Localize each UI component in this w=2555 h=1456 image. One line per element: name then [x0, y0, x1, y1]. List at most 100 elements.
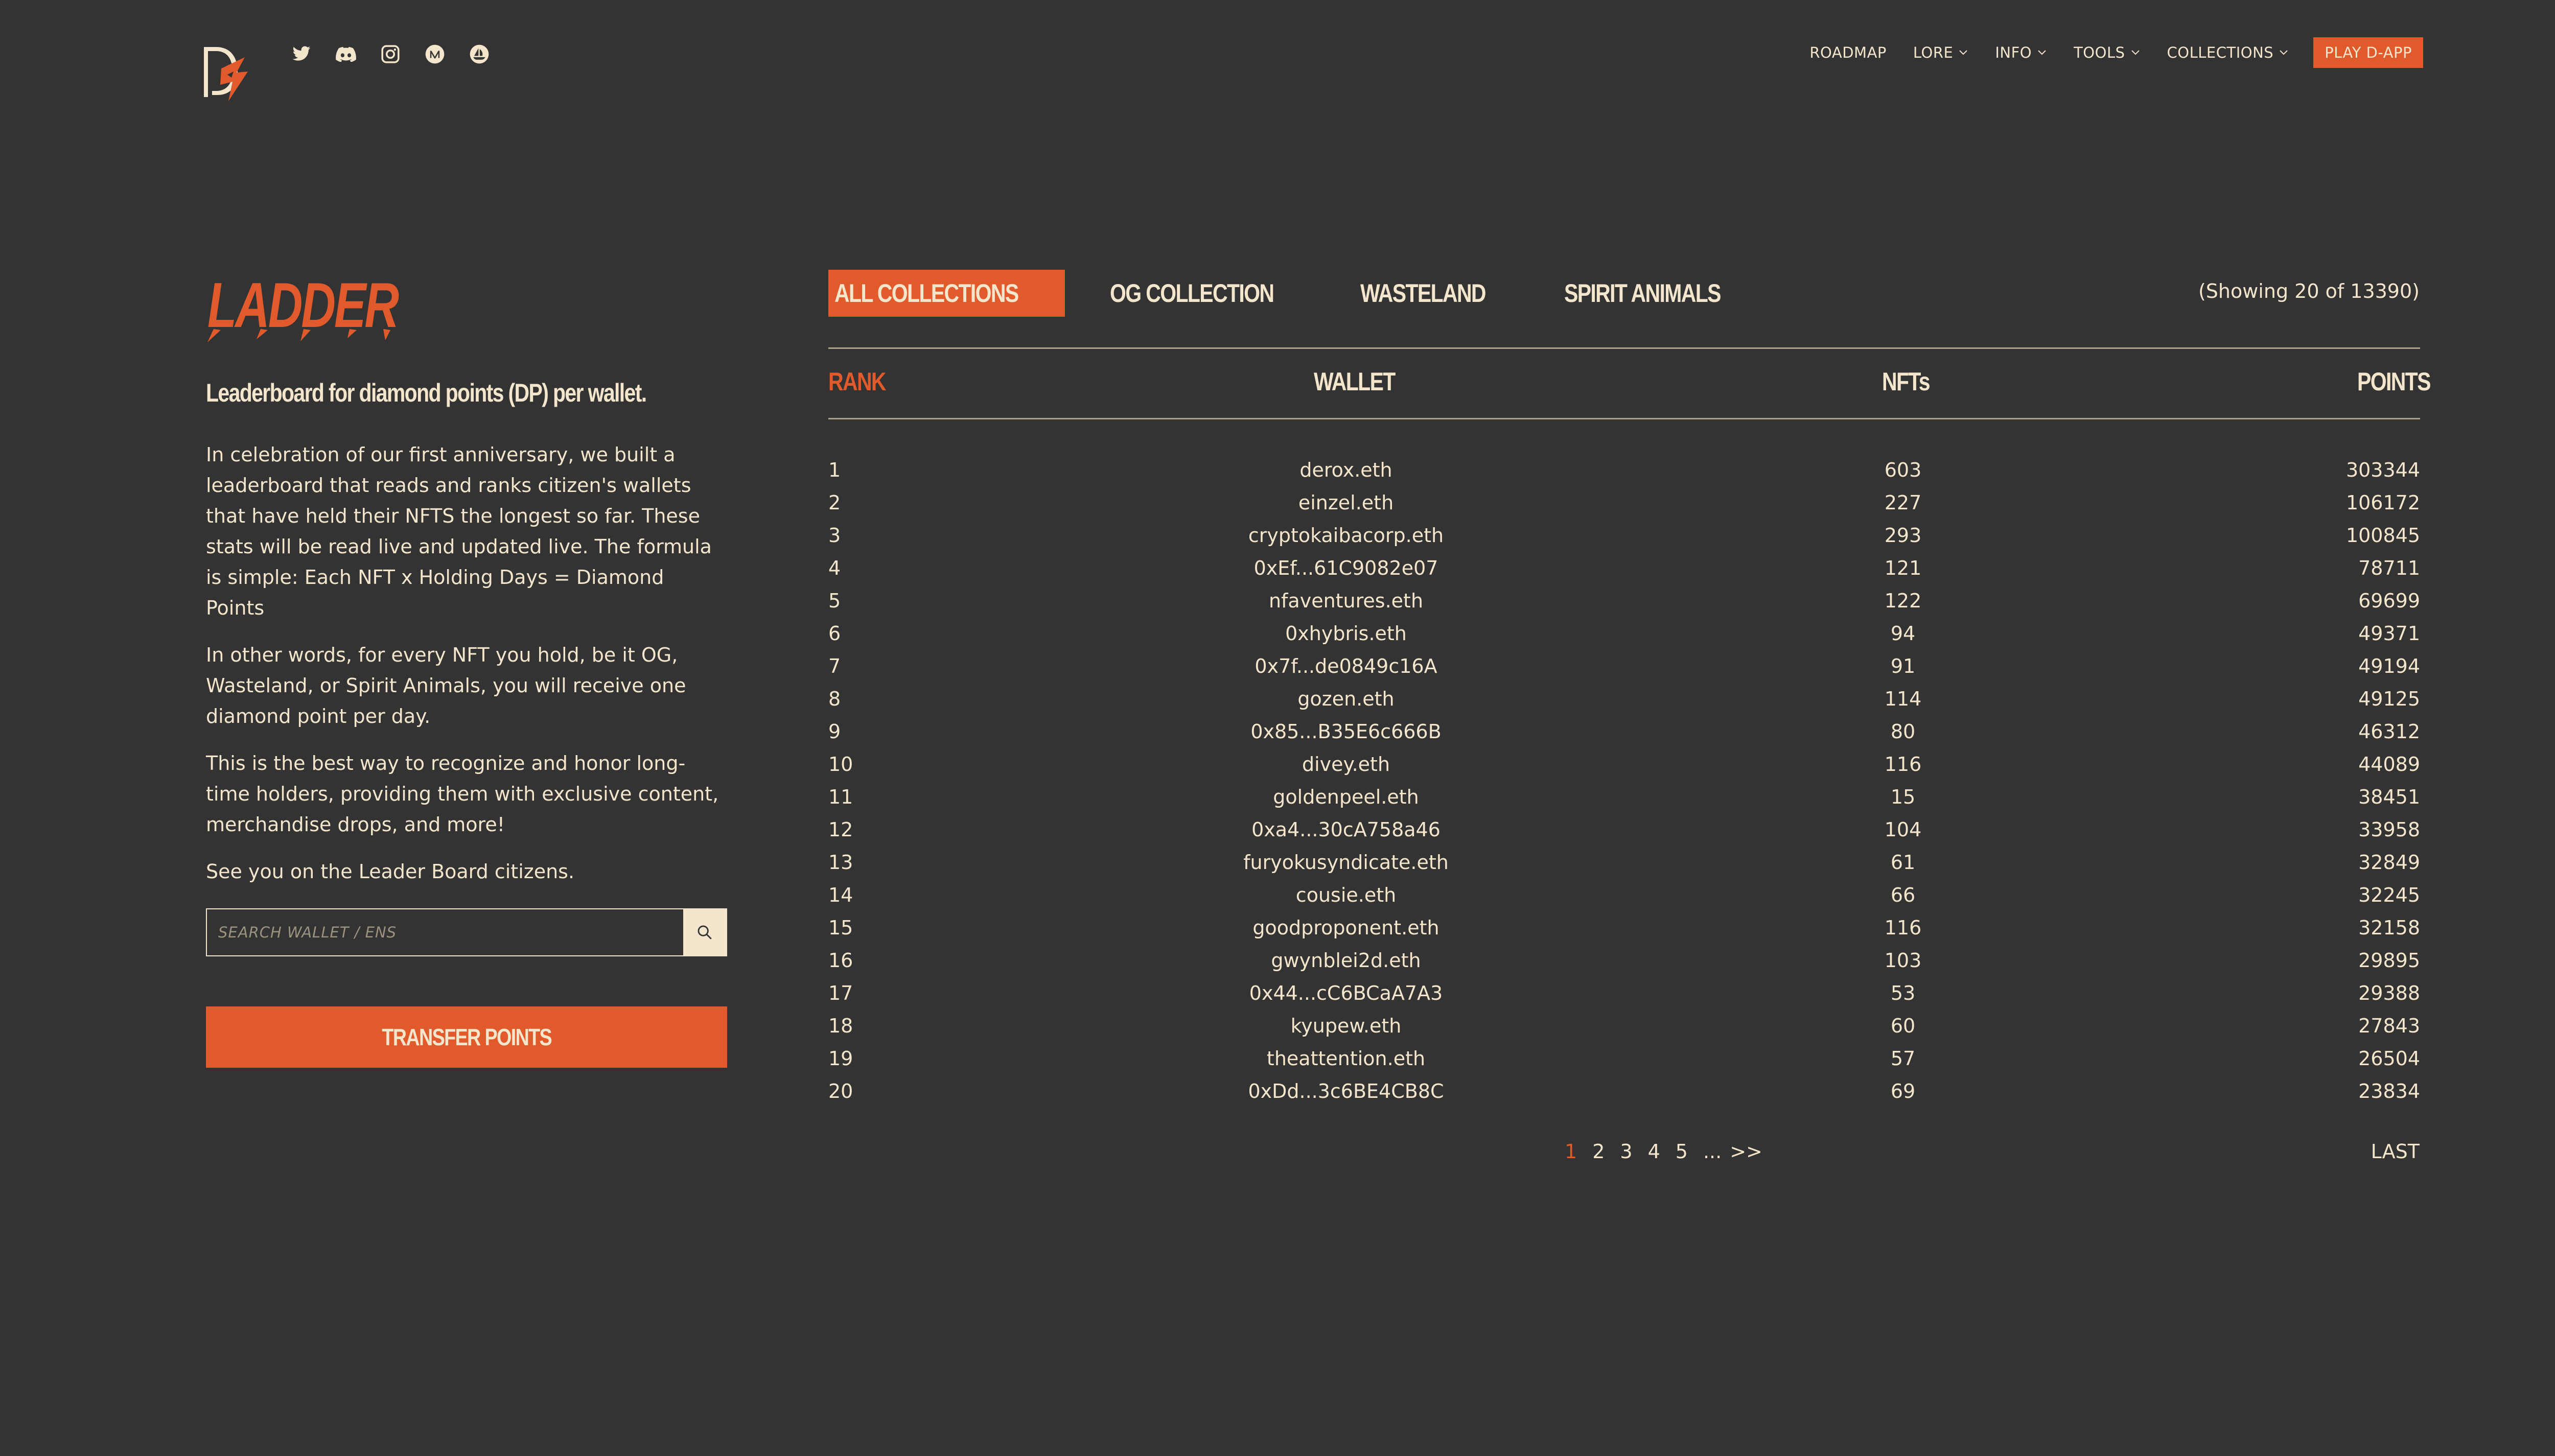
tab-label: SPIRIT ANIMALS	[1564, 279, 1721, 308]
tab-og-collection[interactable]: OG COLLECTION	[1104, 270, 1316, 317]
wallet-cell[interactable]: nfaventures.eth	[1269, 590, 1423, 612]
table-row[interactable]: 8 gozen.eth 114 49125	[828, 685, 2420, 717]
page-title: LADDER	[203, 270, 403, 346]
points-cell: 78711	[2358, 557, 2420, 579]
medium-icon[interactable]	[424, 43, 446, 65]
nav-collections[interactable]: COLLECTIONS	[2167, 44, 2289, 61]
tab-spirit-animals[interactable]: SPIRIT ANIMALS	[1558, 270, 1761, 317]
points-cell: 33958	[2358, 818, 2420, 841]
rank-cell: 9	[828, 720, 841, 743]
nav-tools[interactable]: TOOLS	[2074, 44, 2140, 61]
table-row[interactable]: 3 cryptokaibacorp.eth 293 100845	[828, 521, 2420, 554]
wallet-cell[interactable]: derox.eth	[1299, 459, 1392, 481]
nfts-cell: 61	[1890, 851, 1916, 874]
transfer-points-button[interactable]: TRANSFER POINTS	[206, 1006, 727, 1068]
nav-info[interactable]: INFO	[1995, 44, 2047, 61]
header-nfts[interactable]: NFTs	[1882, 367, 1931, 396]
page-link[interactable]: 5	[1676, 1140, 1688, 1163]
wallet-cell[interactable]: 0xEf...61C9082e07	[1254, 557, 1438, 579]
header-wallet[interactable]: WALLET	[1314, 367, 1396, 396]
nav-collections-label: COLLECTIONS	[2167, 44, 2274, 61]
table-row[interactable]: 16 gwynblei2d.eth 103 29895	[828, 946, 2420, 979]
rank-cell: 12	[828, 818, 853, 841]
wallet-cell[interactable]: gwynblei2d.eth	[1271, 949, 1421, 972]
table-row[interactable]: 4 0xEf...61C9082e07 121 78711	[828, 554, 2420, 586]
header-points[interactable]: POINTS	[2357, 367, 2431, 396]
next-page-link[interactable]: >>	[1730, 1140, 1762, 1163]
nfts-cell: 114	[1884, 688, 1922, 710]
wallet-cell[interactable]: cryptokaibacorp.eth	[1248, 524, 1444, 547]
table-row[interactable]: 19 theattention.eth 57 26504	[828, 1044, 2420, 1077]
wallet-cell[interactable]: cousie.eth	[1296, 884, 1396, 906]
nfts-cell: 116	[1884, 753, 1922, 776]
wallet-cell[interactable]: goldenpeel.eth	[1273, 786, 1419, 808]
wallet-cell[interactable]: goodproponent.eth	[1252, 917, 1439, 939]
page-link[interactable]: 3	[1620, 1140, 1632, 1163]
table-row[interactable]: 20 0xDd...3c6BE4CB8C 69 23834	[828, 1077, 2420, 1110]
points-cell: 49371	[2358, 622, 2420, 645]
instagram-icon[interactable]	[379, 43, 402, 65]
table-row[interactable]: 10 divey.eth 116 44089	[828, 750, 2420, 783]
chevron-down-icon	[2280, 50, 2288, 55]
nfts-cell: 227	[1884, 491, 1922, 514]
table-row[interactable]: 7 0x7f...de0849c16A 91 49194	[828, 652, 2420, 685]
wallet-cell[interactable]: 0xa4...30cA758a46	[1251, 818, 1441, 841]
pagination: 1 2 3 4 5... >>	[1565, 1140, 1778, 1163]
table-row[interactable]: 9 0x85...B35E6c666B 80 46312	[828, 717, 2420, 750]
points-cell: 32849	[2358, 851, 2420, 874]
nfts-cell: 293	[1884, 524, 1922, 547]
wallet-cell[interactable]: 0x44...cC6BCaA7A3	[1249, 982, 1443, 1004]
rank-cell: 13	[828, 851, 853, 874]
last-page-link[interactable]: LAST	[2371, 1140, 2420, 1163]
rank-cell: 18	[828, 1015, 853, 1037]
points-cell: 100845	[2345, 524, 2420, 547]
opensea-icon[interactable]	[468, 43, 491, 65]
twitter-icon[interactable]	[290, 43, 313, 65]
nav-lore[interactable]: LORE	[1913, 44, 1968, 61]
header-rank[interactable]: RANK	[828, 367, 887, 396]
nfts-cell: 57	[1890, 1047, 1916, 1070]
dope-logo[interactable]	[201, 42, 250, 105]
wallet-cell[interactable]: theattention.eth	[1267, 1047, 1425, 1070]
table-row[interactable]: 14 cousie.eth 66 32245	[828, 881, 2420, 913]
table-row[interactable]: 15 goodproponent.eth 116 32158	[828, 913, 2420, 946]
points-cell: 49194	[2358, 655, 2420, 677]
wallet-cell[interactable]: divey.eth	[1302, 753, 1390, 776]
table-row[interactable]: 12 0xa4...30cA758a46 104 33958	[828, 815, 2420, 848]
table-row[interactable]: 18 kyupew.eth 60 27843	[828, 1012, 2420, 1044]
rank-cell: 10	[828, 753, 853, 776]
table-row[interactable]: 11 goldenpeel.eth 15 38451	[828, 783, 2420, 815]
rank-cell: 4	[828, 557, 841, 579]
search-button[interactable]	[683, 909, 726, 955]
nav-roadmap[interactable]: ROADMAP	[1809, 44, 1886, 61]
rank-cell: 6	[828, 622, 841, 645]
points-cell: 44089	[2358, 753, 2420, 776]
wallet-cell[interactable]: 0xhybris.eth	[1285, 622, 1407, 645]
wallet-cell[interactable]: kyupew.eth	[1291, 1015, 1402, 1037]
page-link[interactable]: 1	[1565, 1140, 1577, 1163]
tab-wasteland[interactable]: WASTELAND	[1354, 270, 1519, 317]
wallet-cell[interactable]: einzel.eth	[1298, 491, 1393, 514]
table-row[interactable]: 5 nfaventures.eth 122 69699	[828, 586, 2420, 619]
nav-lore-label: LORE	[1913, 44, 1954, 61]
wallet-cell[interactable]: furyokusyndicate.eth	[1243, 851, 1449, 874]
play-dapp-button[interactable]: PLAY D-APP	[2313, 37, 2423, 68]
wallet-cell[interactable]: 0x85...B35E6c666B	[1250, 720, 1441, 743]
search-input[interactable]	[207, 909, 683, 955]
table-row[interactable]: 17 0x44...cC6BCaA7A3 53 29388	[828, 979, 2420, 1012]
table-row[interactable]: 2 einzel.eth 227 106172	[828, 488, 2420, 521]
table-row[interactable]: 13 furyokusyndicate.eth 61 32849	[828, 848, 2420, 881]
wallet-cell[interactable]: 0xDd...3c6BE4CB8C	[1248, 1080, 1444, 1102]
search-icon	[698, 925, 712, 940]
page-link[interactable]: 2	[1592, 1140, 1605, 1163]
points-cell: 32158	[2358, 917, 2420, 939]
wallet-cell[interactable]: 0x7f...de0849c16A	[1255, 655, 1437, 677]
table-row[interactable]: 6 0xhybris.eth 94 49371	[828, 619, 2420, 652]
page-link[interactable]: 4	[1648, 1140, 1660, 1163]
chevron-down-icon	[1959, 50, 1968, 55]
tab-all-collections[interactable]: ALL COLLECTIONS	[828, 270, 1065, 317]
wallet-cell[interactable]: gozen.eth	[1297, 688, 1394, 710]
nfts-cell: 53	[1890, 982, 1916, 1004]
discord-icon[interactable]	[335, 43, 357, 65]
table-row[interactable]: 1 derox.eth 603 303344	[828, 456, 2420, 488]
